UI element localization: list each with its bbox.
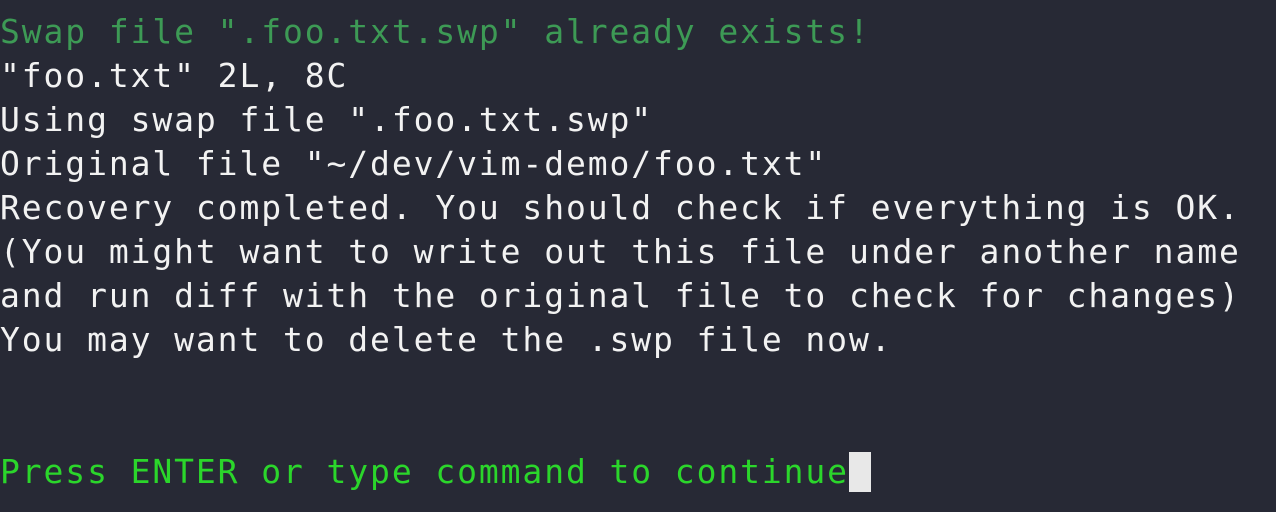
file-info-line: "foo.txt" 2L, 8C <box>0 56 349 95</box>
swap-file-line: Using swap file ".foo.txt.swp" <box>0 100 654 139</box>
terminal-window[interactable]: Swap file ".foo.txt.swp" already exists!… <box>0 0 1276 512</box>
recovery-advice-line-1: (You might want to write out this file u… <box>0 232 1241 271</box>
continue-prompt-line[interactable]: Press ENTER or type command to continue <box>0 450 871 494</box>
original-file-line: Original file "~/dev/vim-demo/foo.txt" <box>0 144 828 183</box>
swap-warning-message: Swap file ".foo.txt.swp" already exists! <box>0 12 871 51</box>
continue-prompt-text: Press ENTER or type command to continue <box>0 452 849 491</box>
recovery-status-line: Recovery completed. You should check if … <box>0 188 1241 227</box>
text-cursor <box>848 452 871 492</box>
delete-swp-advice-line: You may want to delete the .swp file now… <box>0 320 893 359</box>
recovery-advice-line-2: and run diff with the original file to c… <box>0 276 1241 315</box>
